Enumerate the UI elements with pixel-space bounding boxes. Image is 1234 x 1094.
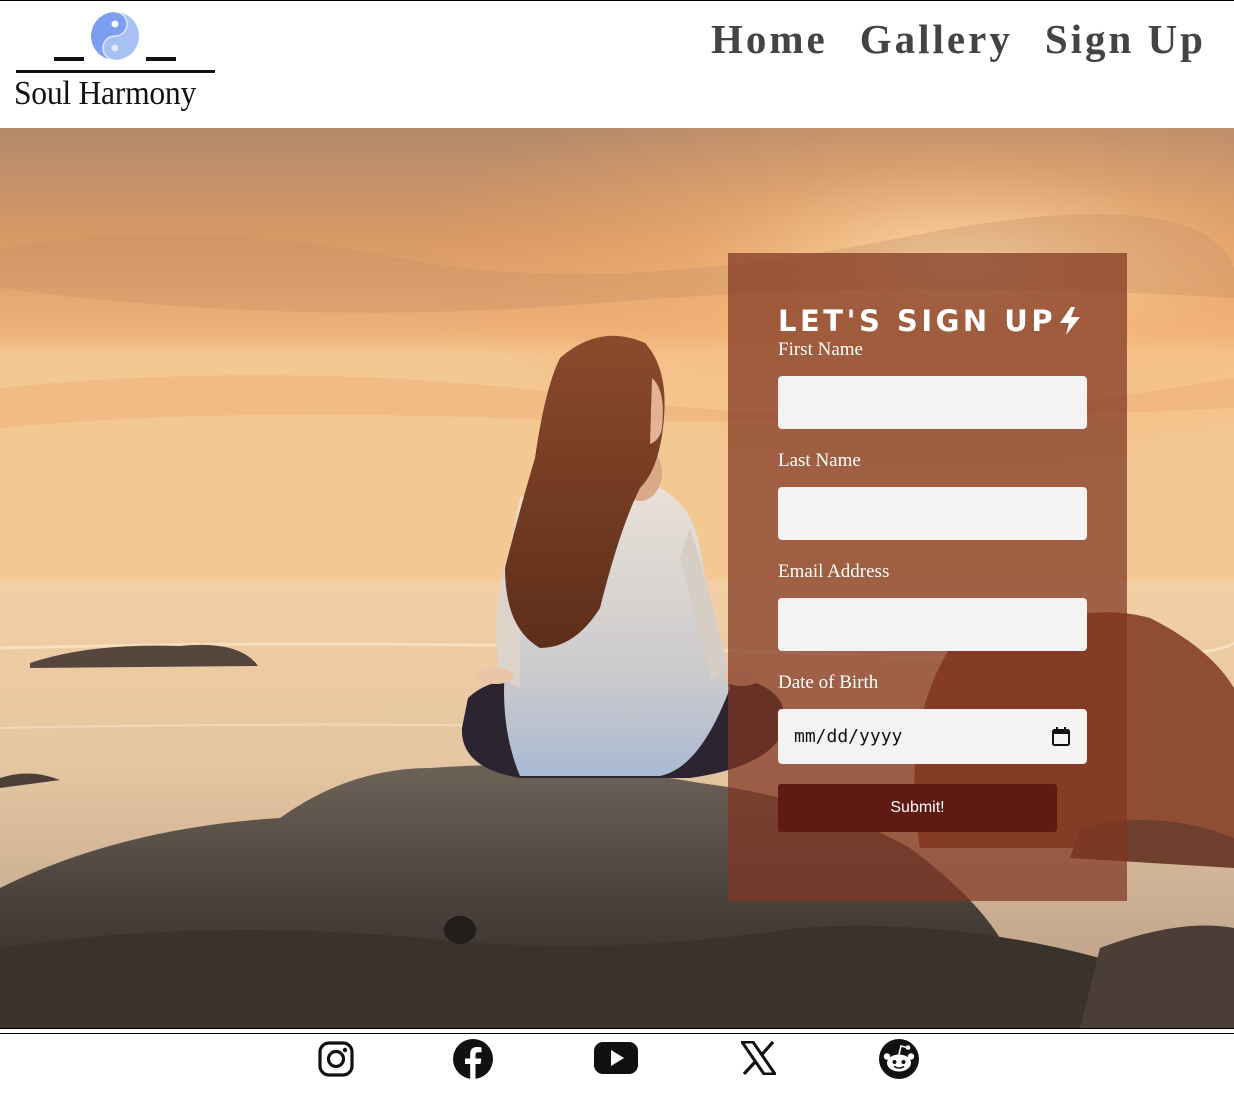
date-of-birth-label: Date of Birth (778, 672, 879, 693)
nav-link-sign-up[interactable]: Sign Up (1045, 13, 1206, 65)
nav-link-gallery[interactable]: Gallery (860, 13, 1013, 65)
lightning-bolt-icon (1060, 307, 1081, 335)
site-header: Soul Harmony Home Gallery Sign Up (0, 0, 1234, 128)
site-logo[interactable]: Soul Harmony (14, 9, 216, 123)
last-name-label: Last Name (778, 450, 861, 471)
date-placeholder: mm/dd/yyyy (794, 726, 903, 747)
last-name-input[interactable] (778, 487, 1087, 540)
first-name-label: First Name (778, 339, 863, 360)
footer-divider (0, 1033, 1234, 1034)
reddit-icon[interactable] (878, 1038, 920, 1080)
instagram-icon[interactable] (318, 1041, 354, 1077)
site-footer (0, 1028, 1234, 1094)
logo-dash-right (146, 57, 176, 61)
facebook-icon[interactable] (453, 1039, 493, 1079)
date-of-birth-input[interactable]: mm/dd/yyyy (778, 709, 1087, 764)
email-label: Email Address (778, 561, 890, 582)
logo-dash-left (54, 57, 84, 61)
submit-button[interactable]: Submit! (778, 784, 1057, 832)
youtube-icon[interactable] (594, 1042, 638, 1074)
logo-divider (16, 70, 215, 73)
form-title: LET'S SIGN UP (778, 301, 1082, 341)
sign-up-form: LET'S SIGN UP First Name Last Name Email… (728, 253, 1127, 901)
logo-text: Soul Harmony (14, 75, 196, 112)
nav-link-home[interactable]: Home (711, 13, 828, 65)
x-twitter-icon[interactable] (741, 1041, 776, 1075)
form-title-text: LET'S SIGN UP (778, 304, 1057, 338)
email-input[interactable] (778, 598, 1087, 651)
calendar-icon[interactable] (1052, 727, 1070, 746)
yin-yang-icon (91, 11, 139, 61)
first-name-input[interactable] (778, 376, 1087, 429)
main-nav: Home Gallery Sign Up (711, 13, 1206, 65)
